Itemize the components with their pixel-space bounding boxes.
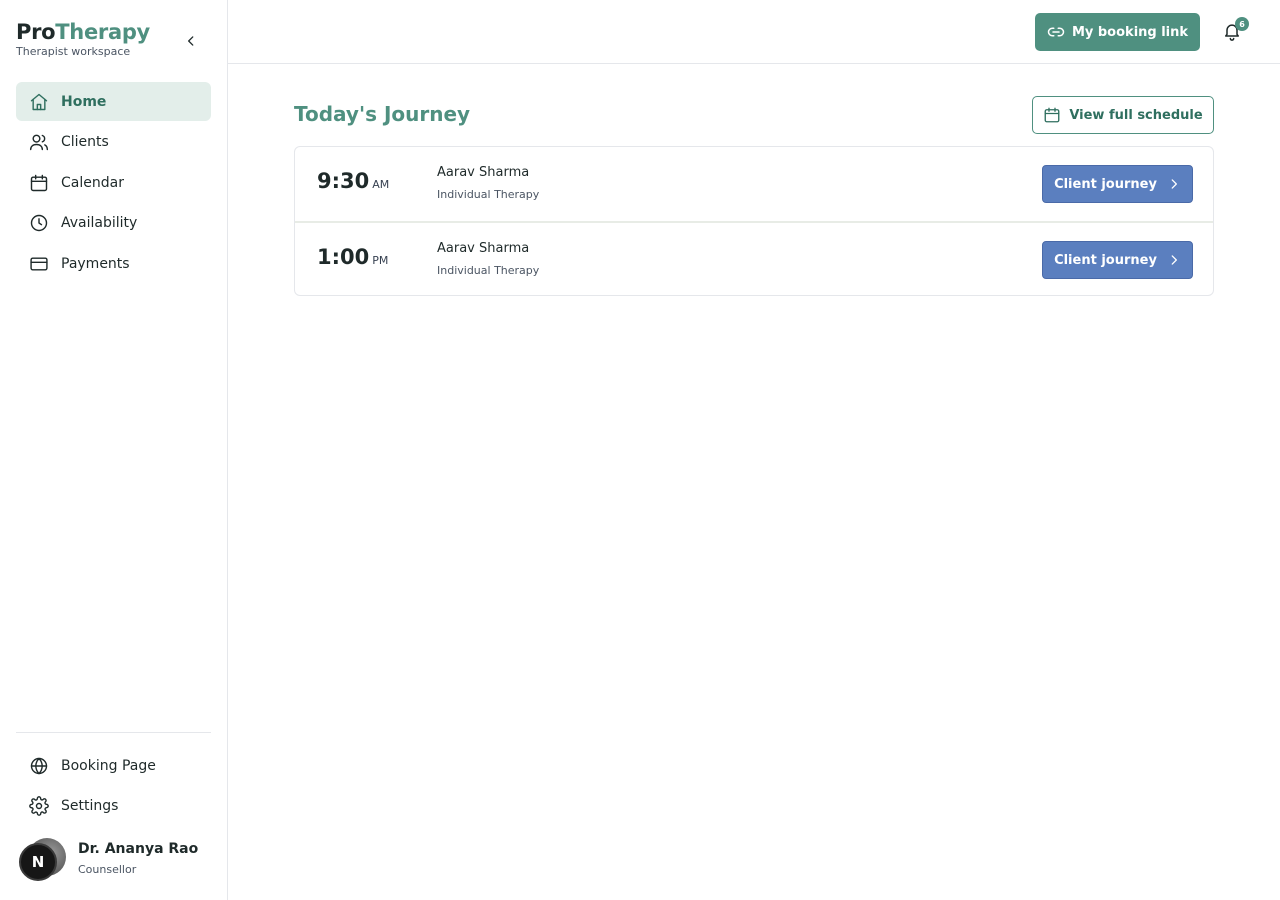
notification-count-badge: 6 <box>1235 17 1249 31</box>
collapse-sidebar-button[interactable] <box>180 30 202 52</box>
link-icon <box>1047 23 1065 41</box>
client-journey-button[interactable]: Client journey <box>1042 241 1193 279</box>
user-profile[interactable]: N Dr. Ananya Rao Counsellor <box>19 838 220 882</box>
appointment-row: 1:00 PM Aarav Sharma Individual Therapy C… <box>295 221 1213 295</box>
calendar-icon <box>28 172 50 194</box>
page-title: Today's Journey <box>294 102 471 126</box>
top-header: My booking link 6 <box>228 0 1280 64</box>
appointment-time-value: 1:00 <box>317 245 370 269</box>
users-icon <box>28 131 50 153</box>
sidebar-item-clients[interactable]: Clients <box>16 123 211 162</box>
appointment-client-name: Aarav Sharma <box>437 241 530 256</box>
sidebar-item-settings[interactable]: Settings <box>16 787 211 826</box>
brand-name-part2: Therapy <box>55 20 150 44</box>
chevron-left-icon <box>188 36 194 46</box>
clock-icon <box>28 212 50 234</box>
gear-icon <box>28 795 50 817</box>
appointment-session-type: Individual Therapy <box>437 264 540 277</box>
sidebar-bottom-nav: Booking Page Settings <box>16 746 211 827</box>
n-badge[interactable]: N <box>19 843 57 881</box>
home-icon <box>28 91 50 113</box>
client-journey-label: Client journey <box>1054 252 1157 268</box>
brand-subtitle: Therapist workspace <box>16 45 131 58</box>
view-full-schedule-button[interactable]: View full schedule <box>1032 96 1214 134</box>
view-full-schedule-label: View full schedule <box>1069 107 1203 123</box>
sidebar-nav: Home Clients Calendar Availability Payme… <box>16 82 211 285</box>
sidebar-item-label: Availability <box>61 215 138 231</box>
client-journey-label: Client journey <box>1054 176 1157 192</box>
calendar-icon <box>1043 106 1061 124</box>
my-booking-link-label: My booking link <box>1071 24 1189 40</box>
brand-name: ProTherapy <box>16 20 150 44</box>
sidebar-item-availability[interactable]: Availability <box>16 204 211 243</box>
user-name: Dr. Ananya Rao <box>78 841 199 857</box>
sidebar-item-booking-page[interactable]: Booking Page <box>16 746 211 785</box>
chevron-right-icon <box>1167 253 1181 267</box>
appointment-row: 9:30 AM Aarav Sharma Individual Therapy C… <box>295 147 1213 221</box>
sidebar-item-label: Settings <box>61 798 119 814</box>
sidebar-divider <box>16 732 211 733</box>
appointment-time-period: AM <box>372 178 390 191</box>
sidebar-item-home[interactable]: Home <box>16 82 211 121</box>
appointment-time-period: PM <box>372 254 389 267</box>
appointment-time: 9:30 AM <box>317 169 389 193</box>
my-booking-link-button[interactable]: My booking link <box>1035 13 1200 51</box>
brand-logo[interactable]: ProTherapy Therapist workspace <box>16 20 150 58</box>
appointment-time: 1:00 PM <box>317 245 388 269</box>
appointment-time-value: 9:30 <box>317 169 370 193</box>
sidebar-item-label: Payments <box>61 255 130 272</box>
notifications-button[interactable]: 6 <box>1222 17 1249 45</box>
brand-name-part1: Pro <box>16 20 56 44</box>
sidebar-item-label: Home <box>61 93 107 110</box>
sidebar-item-label: Booking Page <box>61 757 156 774</box>
appointment-session-type: Individual Therapy <box>437 188 540 201</box>
user-role: Counsellor <box>78 863 137 876</box>
sidebar-item-payments[interactable]: Payments <box>16 244 211 283</box>
globe-icon <box>28 755 50 777</box>
client-journey-button[interactable]: Client journey <box>1042 165 1193 203</box>
appointment-list: 9:30 AM Aarav Sharma Individual Therapy C… <box>294 146 1214 296</box>
sidebar: ProTherapy Therapist workspace Home Clie… <box>0 0 228 900</box>
sidebar-item-label: Calendar <box>61 174 124 191</box>
credit-card-icon <box>28 253 50 275</box>
appointment-client-name: Aarav Sharma <box>437 165 530 180</box>
sidebar-item-label: Clients <box>61 134 109 150</box>
sidebar-item-calendar[interactable]: Calendar <box>16 163 211 202</box>
chevron-right-icon <box>1167 177 1181 191</box>
